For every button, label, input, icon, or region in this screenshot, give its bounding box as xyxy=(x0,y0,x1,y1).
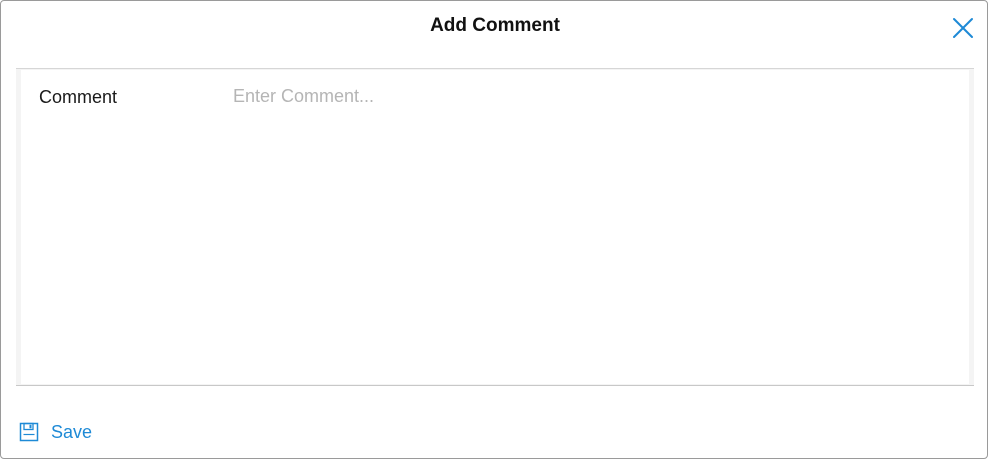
dialog-title: Add Comment xyxy=(430,15,560,36)
save-label: Save xyxy=(51,421,93,442)
add-comment-dialog: Add Comment Comment Save xyxy=(0,0,988,459)
comment-form: Comment xyxy=(21,70,969,384)
save-button[interactable]: Save xyxy=(19,419,92,445)
floppy-disk-icon xyxy=(19,422,39,442)
close-icon xyxy=(953,18,973,38)
comment-panel: Comment xyxy=(16,68,974,386)
close-button[interactable] xyxy=(951,16,975,40)
comment-input[interactable] xyxy=(227,80,969,382)
comment-label: Comment xyxy=(39,87,118,107)
